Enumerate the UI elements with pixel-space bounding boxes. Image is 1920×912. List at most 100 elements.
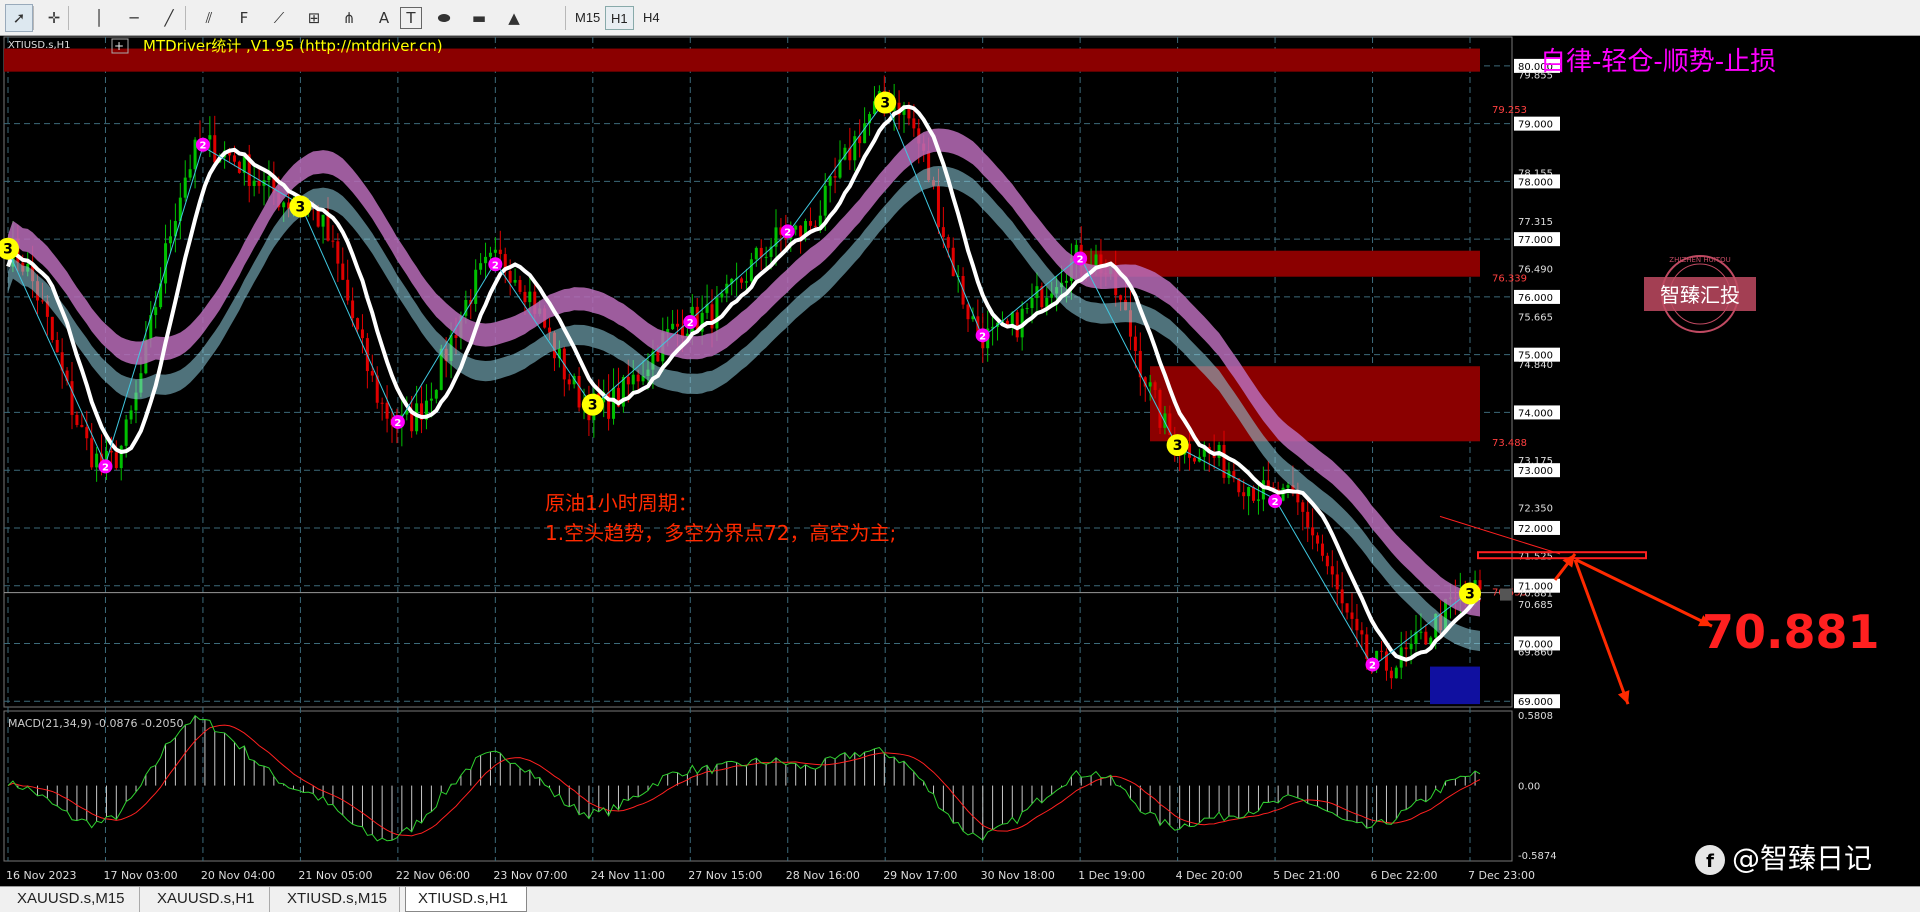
candle-body: [267, 175, 271, 181]
candle-body: [326, 214, 330, 241]
candle-body: [1330, 566, 1334, 575]
candle-body: [474, 269, 478, 304]
candle-body: [513, 279, 517, 283]
wave-label-text: 2: [687, 318, 694, 329]
candle-body: [1335, 574, 1339, 590]
wave-label-text: 2: [199, 141, 206, 152]
candle-body: [85, 427, 89, 439]
candle-body: [1064, 280, 1068, 283]
candle-body: [1316, 535, 1320, 544]
price-axis-label: 74.840: [1518, 360, 1553, 371]
candle-body: [936, 185, 940, 228]
candle-body: [1394, 667, 1398, 679]
candle-body: [95, 453, 99, 468]
wave-label-text: 2: [102, 462, 109, 473]
chart-tabs: XAUUSD.s,M15 XAUUSD.s,H1 XTIUSD.s,M15 XTIUS…: [0, 886, 1920, 912]
timeframe-h4[interactable]: H4: [638, 6, 665, 30]
fibonacci-retracement-icon[interactable]: F: [230, 4, 258, 32]
plus-icon: +: [114, 39, 124, 53]
candle-body: [671, 323, 675, 330]
vertical-line-icon[interactable]: │: [85, 4, 113, 32]
candle-body: [1301, 502, 1305, 512]
price-axis-label: 72.350: [1518, 504, 1553, 515]
candle-body: [336, 241, 340, 264]
price-axis-label: 70.685: [1518, 600, 1553, 611]
trendline-icon[interactable]: ╱: [155, 4, 183, 32]
analysis-line-1: 原油1小时周期：: [545, 491, 698, 515]
price-axis-label: 77.315: [1518, 217, 1553, 228]
price-axis-label: 79.000: [1518, 120, 1553, 131]
andrews-pitchfork-icon[interactable]: ⋔: [335, 4, 363, 32]
cursor-icon[interactable]: ➚: [5, 4, 33, 32]
candle-body: [794, 225, 798, 230]
price-axis-label: 72.000: [1518, 524, 1553, 535]
chart-tab[interactable]: XAUUSD.s,M15: [5, 887, 140, 912]
candle-body: [1409, 643, 1413, 650]
candle-body: [213, 135, 217, 163]
candle-body: [252, 180, 256, 186]
candle-body: [1050, 293, 1054, 298]
wave-label-text: 2: [1077, 254, 1084, 265]
candle-body: [370, 371, 374, 376]
candle-body: [863, 123, 867, 144]
candle-body: [80, 424, 84, 428]
candle-body: [720, 293, 724, 298]
candle-body: [1345, 603, 1349, 613]
timeframe-m15[interactable]: M15: [570, 6, 605, 30]
candle-body: [498, 249, 502, 255]
candle-body: [454, 335, 458, 338]
candle-body: [749, 259, 753, 282]
timeframe-h1[interactable]: H1: [605, 6, 634, 30]
text-label-icon[interactable]: T: [400, 7, 422, 29]
ellipse-icon[interactable]: ⬬: [430, 4, 458, 32]
resistance-zone: [1150, 366, 1480, 442]
indicator-label: MTDriver统计 ,V1.95 (http://mtdriver.cn): [143, 37, 443, 55]
wave-label-text: 3: [296, 200, 306, 216]
candle-body: [114, 452, 118, 469]
candle-body: [1030, 298, 1034, 309]
triangle-icon[interactable]: ▲: [500, 4, 528, 32]
candle-body: [40, 300, 44, 302]
wave-label-text: 3: [880, 96, 890, 112]
toolbar-separator: [185, 6, 186, 30]
candle-body: [518, 279, 522, 292]
candle-body: [1025, 308, 1029, 310]
time-axis-label: 5 Dec 21:00: [1273, 869, 1340, 882]
chart-area[interactable]: 79.25376.33973.48870.555 322322322322322…: [0, 36, 1920, 886]
toolbar-separator: [565, 6, 566, 30]
horizontal-line-icon[interactable]: ─: [120, 4, 148, 32]
wave-label-text: 2: [784, 227, 791, 238]
fibonacci-fan-icon[interactable]: ⟋: [265, 4, 293, 32]
candle-body: [1384, 651, 1388, 671]
toolbar-separator: [33, 6, 34, 30]
candle-body: [813, 225, 817, 227]
candle-body: [1424, 631, 1428, 645]
time-axis-label: 22 Nov 06:00: [396, 869, 470, 882]
candle-body: [754, 247, 758, 260]
crosshair-icon[interactable]: ✛: [40, 4, 68, 32]
candle-body: [1286, 485, 1290, 488]
time-axis-label: 28 Nov 16:00: [786, 869, 860, 882]
price-axis-label: 76.490: [1518, 265, 1553, 276]
candle-body: [346, 279, 350, 301]
candle-body: [429, 398, 433, 401]
candle-body: [119, 445, 123, 469]
chart-tab[interactable]: XTIUSD.s,M15: [275, 887, 400, 912]
chart-tab[interactable]: XTIUSD.s,H1: [405, 887, 527, 912]
price-axis-label: 75.665: [1518, 312, 1553, 323]
rectangle-icon[interactable]: ▬: [465, 4, 493, 32]
candle-body: [109, 450, 113, 453]
candle-body: [75, 414, 79, 425]
candle-body: [356, 318, 360, 330]
equidistant-channel-icon[interactable]: ⫽: [195, 4, 223, 32]
time-axis-label: 4 Dec 20:00: [1176, 869, 1243, 882]
time-axis-label: 7 Dec 23:00: [1468, 869, 1535, 882]
text-icon[interactable]: A: [370, 4, 398, 32]
candle-body: [164, 243, 168, 284]
candle-body: [351, 300, 355, 319]
candle-body: [1281, 487, 1285, 501]
chart-tab[interactable]: XAUUSD.s,H1: [145, 887, 270, 912]
gann-icon[interactable]: ⊞: [300, 4, 328, 32]
macd-label: MACD(21,34,9) -0.0876 -0.2050: [8, 717, 183, 730]
macd-axis-label: -0.5874: [1518, 851, 1557, 862]
